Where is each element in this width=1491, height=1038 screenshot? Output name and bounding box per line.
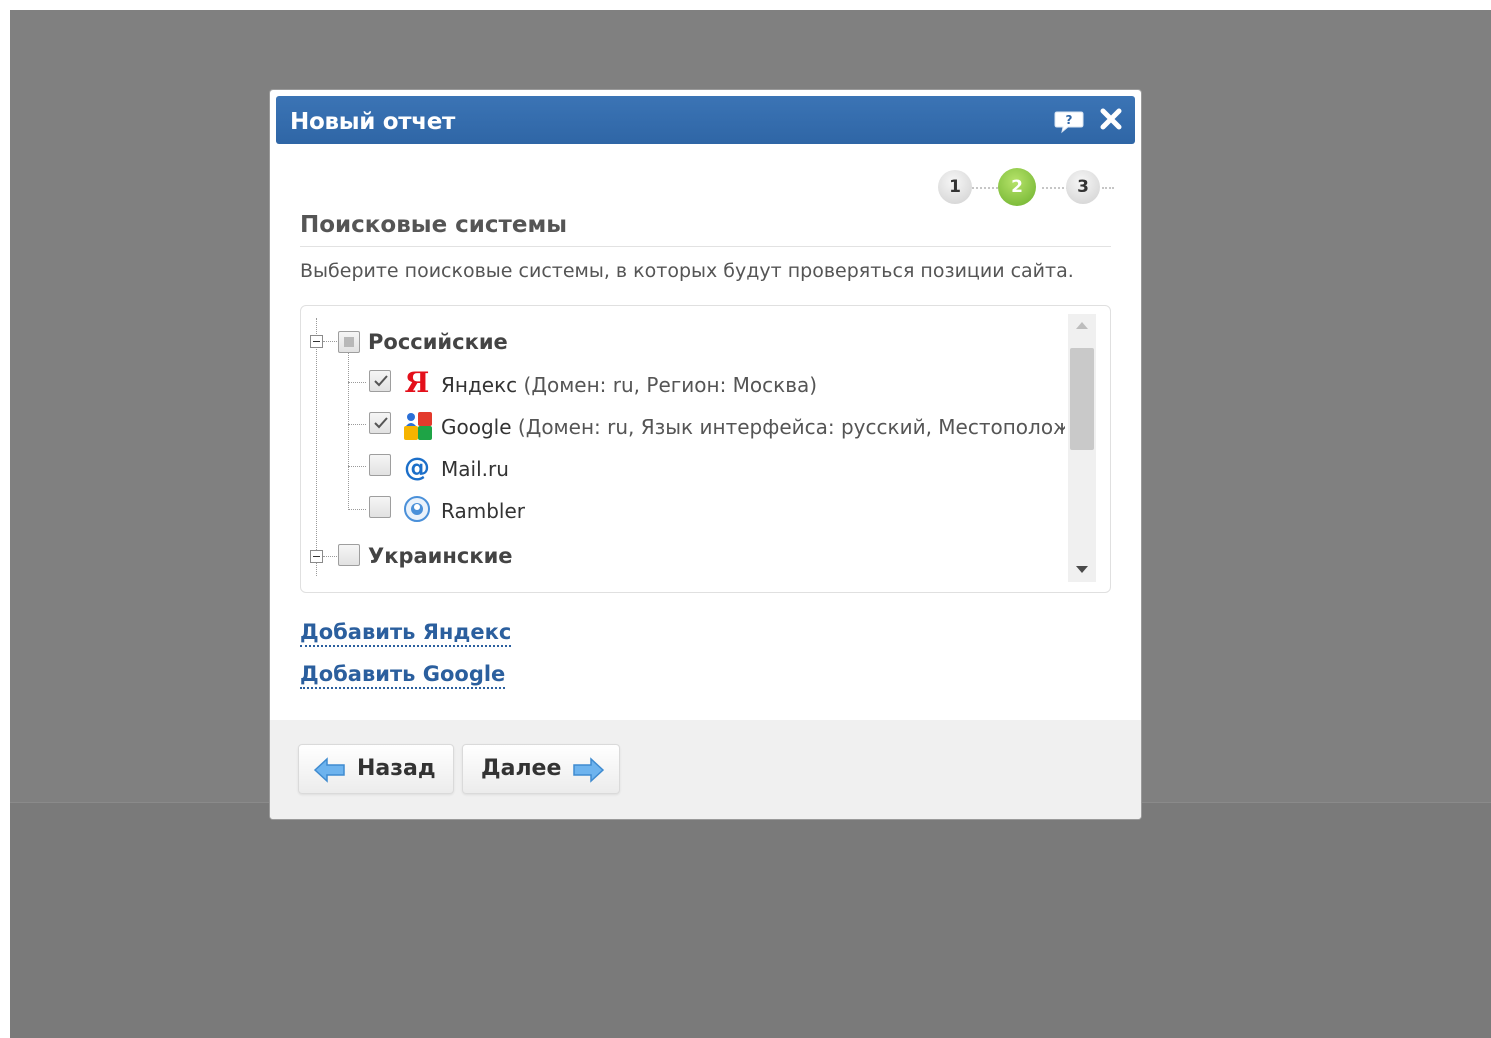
checkbox-group-russian[interactable] xyxy=(338,331,360,353)
engine-brand-yandex: Яндекс xyxy=(441,373,518,397)
engine-label-mailru[interactable]: Mail.ru xyxy=(441,457,509,481)
section-title: Поисковые системы xyxy=(300,212,568,238)
back-button[interactable]: Назад xyxy=(298,744,454,794)
collapse-toggle-russian[interactable] xyxy=(310,335,323,348)
group-label-russian: Российские xyxy=(368,330,508,354)
checkbox-yandex[interactable] xyxy=(369,370,391,392)
close-icon[interactable] xyxy=(1098,106,1124,132)
scroll-down-arrow-icon[interactable] xyxy=(1076,566,1088,573)
checkbox-rambler[interactable] xyxy=(369,496,391,518)
wizard-steps: 1 2 3 xyxy=(938,168,1118,208)
arrow-left-icon xyxy=(313,757,345,783)
search-engine-tree: Российские Я Яндекс (Домен: ru, Регион: … xyxy=(300,305,1111,593)
rambler-icon xyxy=(402,494,432,524)
scroll-up-arrow-icon[interactable] xyxy=(1076,322,1088,329)
next-button-label: Далее xyxy=(481,756,562,781)
tree-line xyxy=(348,350,349,510)
engine-label-yandex[interactable]: Яндекс (Домен: ru, Регион: Москва) xyxy=(441,373,817,397)
svg-text:?: ? xyxy=(1066,113,1073,127)
tree-line xyxy=(348,509,366,510)
checkbox-google[interactable] xyxy=(369,412,391,434)
dialog-titlebar: Новый отчет ? xyxy=(276,96,1135,144)
arrow-right-icon xyxy=(573,757,605,783)
engine-details-google: (Домен: ru, Язык интерфейса: русский, Ме… xyxy=(511,415,1065,439)
svg-text:Я: Я xyxy=(405,367,430,397)
add-google-link[interactable]: Добавить Google xyxy=(300,662,506,689)
section-description: Выберите поисковые системы, в которых бу… xyxy=(300,260,1074,282)
tree-line xyxy=(316,318,317,576)
tree-line xyxy=(348,466,366,467)
step-connector xyxy=(972,187,998,189)
add-yandex-link[interactable]: Добавить Яндекс xyxy=(300,620,512,647)
tree-line xyxy=(348,382,366,383)
dialog-title: Новый отчет xyxy=(290,109,456,135)
tree-line xyxy=(323,341,337,342)
google-icon xyxy=(402,410,432,440)
back-button-label: Назад xyxy=(357,756,436,781)
checkbox-group-ukrainian[interactable] xyxy=(338,544,360,566)
engine-label-google[interactable]: Google (Домен: ru, Язык интерфейса: русс… xyxy=(441,415,1065,439)
scroll-thumb[interactable] xyxy=(1070,348,1094,450)
page-backdrop-lower xyxy=(10,802,1491,1038)
step-2-active: 2 xyxy=(998,168,1036,206)
next-button[interactable]: Далее xyxy=(462,744,620,794)
checkbox-mailru[interactable] xyxy=(369,454,391,476)
step-3: 3 xyxy=(1066,170,1100,204)
tree-line xyxy=(348,424,366,425)
tree-scrollbar[interactable] xyxy=(1068,314,1096,582)
engine-brand-google: Google xyxy=(441,415,512,439)
engine-brand-rambler: Rambler xyxy=(441,499,525,523)
step-connector xyxy=(1102,187,1114,189)
step-1: 1 xyxy=(938,170,972,204)
section-divider xyxy=(300,246,1111,247)
svg-text:@: @ xyxy=(404,453,430,482)
help-bubble-icon[interactable]: ? xyxy=(1054,110,1084,134)
engine-label-rambler[interactable]: Rambler xyxy=(441,499,525,523)
collapse-toggle-ukrainian[interactable] xyxy=(310,550,323,563)
group-label-ukrainian: Украинские xyxy=(368,544,513,568)
new-report-dialog: Новый отчет ? 1 2 3 Поисковые системы Вы… xyxy=(270,90,1141,819)
step-connector xyxy=(1042,187,1068,189)
dialog-footer: Назад Далее xyxy=(270,720,1141,819)
tree-line xyxy=(323,556,337,557)
yandex-icon: Я xyxy=(402,366,432,399)
engine-brand-mailru: Mail.ru xyxy=(441,457,509,481)
mailru-icon: @ xyxy=(402,452,432,483)
engine-details-yandex: (Домен: ru, Регион: Москва) xyxy=(517,373,818,397)
